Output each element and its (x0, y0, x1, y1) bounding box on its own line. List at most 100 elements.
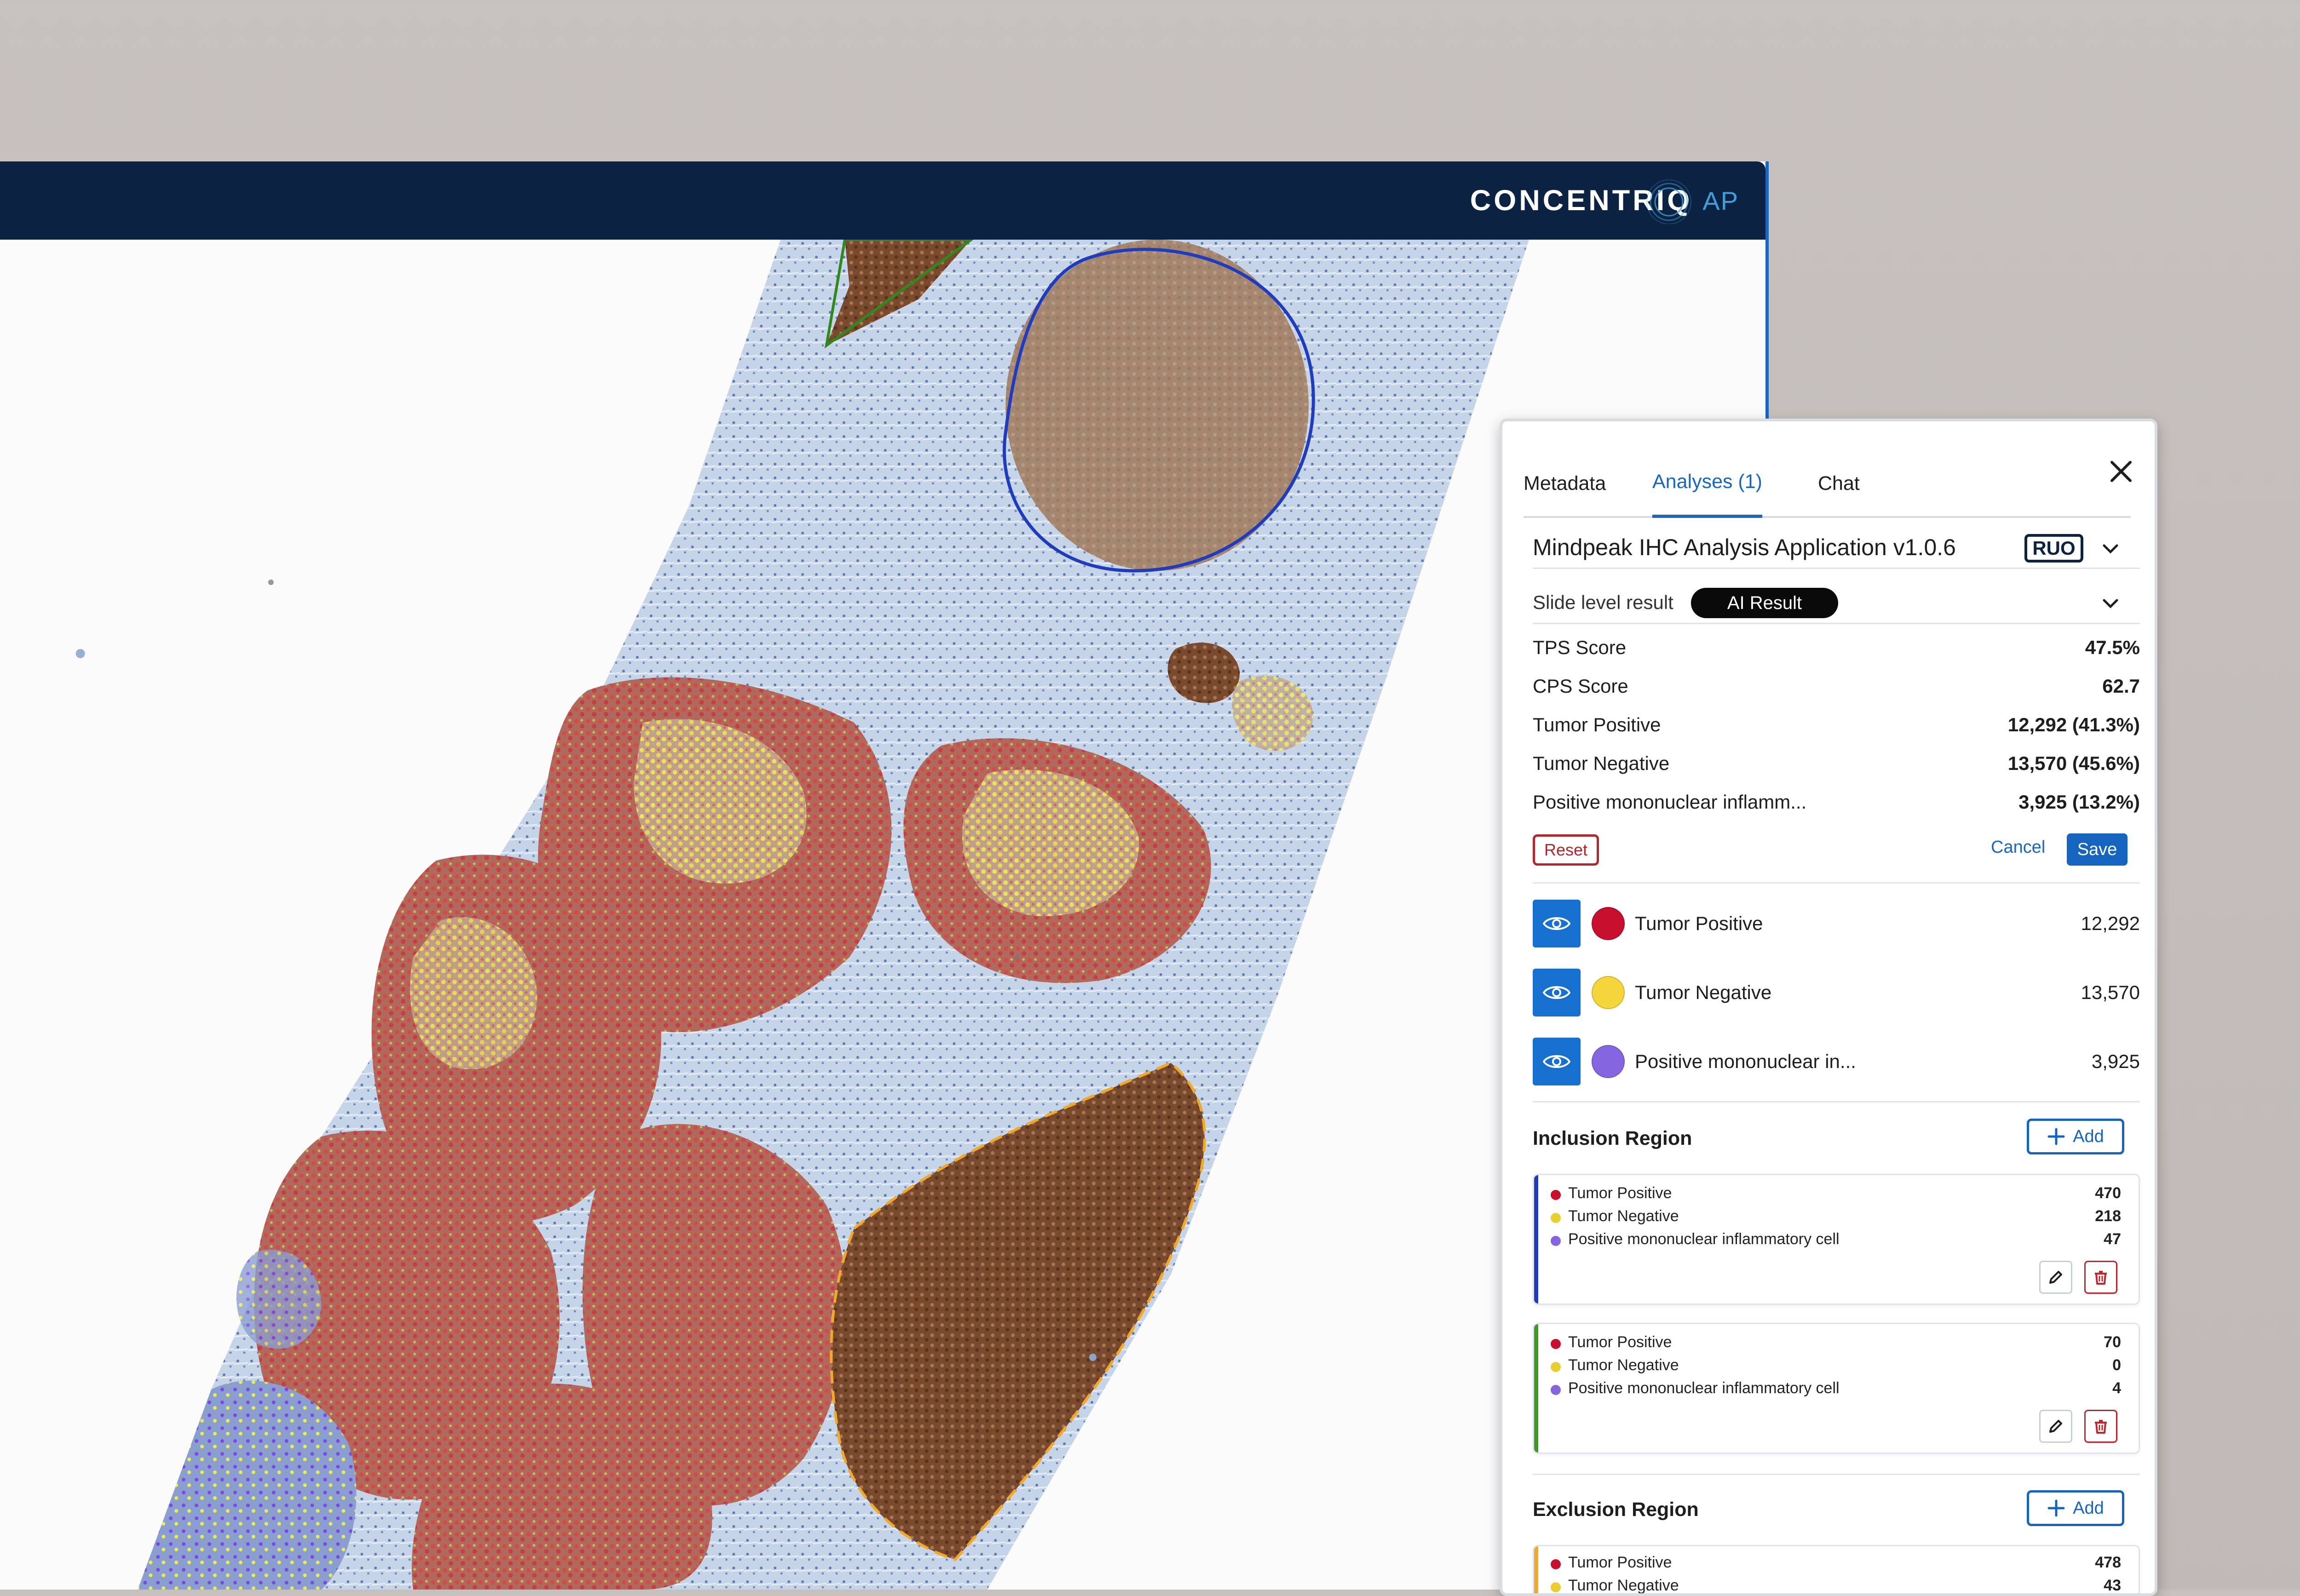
divider (1533, 623, 2140, 624)
edit-region-button[interactable] (2039, 1261, 2072, 1294)
divider (1533, 1474, 2140, 1475)
metric-mononuclear: Positive mononuclear inflamm... 3,925 (1… (1533, 791, 2140, 819)
legend-count: 12,292 (2081, 913, 2140, 934)
class-dot (1551, 1339, 1561, 1349)
legend-label: Positive mononuclear in... (1635, 1051, 1856, 1072)
class-dot (1551, 1385, 1561, 1395)
metric-value: 47.5% (2085, 637, 2140, 658)
region-color-bar (1534, 1324, 1538, 1452)
panel-tabs: Metadata Analyses (1) Chat (1524, 449, 2131, 518)
region-stat: Tumor Negative 43 (1551, 1577, 2121, 1594)
ruo-badge: RUO (2024, 534, 2083, 563)
legend-item-tumor-positive: Tumor Positive 12,292 (1533, 900, 2140, 947)
region-stat-label: Tumor Negative (1568, 1356, 1679, 1374)
legend-color-dot (1592, 976, 1625, 1009)
exclusion-region-title: Exclusion Region (1533, 1498, 1699, 1521)
region-stat-label: Tumor Positive (1568, 1184, 1672, 1202)
trash-icon (2095, 1271, 2107, 1285)
metric-tumor-negative: Tumor Negative 13,570 (45.6%) (1533, 752, 2140, 780)
visibility-toggle[interactable] (1533, 969, 1581, 1016)
region-stat-value: 0 (2112, 1356, 2121, 1374)
region-stat-value: 43 (2104, 1577, 2121, 1594)
add-inclusion-button[interactable]: Add (2027, 1119, 2124, 1154)
tab-chat[interactable]: Chat (1818, 449, 1860, 518)
cancel-button[interactable]: Cancel (1991, 838, 2045, 857)
add-exclusion-button[interactable]: Add (2027, 1490, 2124, 1526)
plus-icon (2047, 1128, 2065, 1145)
region-color-bar (1534, 1546, 1538, 1593)
pencil-icon (2049, 1271, 2062, 1284)
region-stat-label: Tumor Negative (1568, 1577, 1679, 1594)
slide-level-label: Slide level result (1533, 591, 1673, 613)
add-label: Add (2073, 1498, 2104, 1518)
close-button[interactable] (2100, 451, 2142, 492)
class-dot (1551, 1559, 1561, 1569)
save-button[interactable]: Save (2067, 833, 2128, 866)
class-dot (1551, 1236, 1561, 1246)
metric-value: 62.7 (2102, 675, 2140, 697)
legend-count: 3,925 (2091, 1051, 2140, 1072)
legend-item-tumor-negative: Tumor Negative 13,570 (1533, 969, 2140, 1016)
chevron-down-icon (2103, 544, 2118, 554)
edit-region-button[interactable] (2039, 1410, 2072, 1443)
metric-value: 12,292 (41.3%) (2007, 714, 2140, 735)
reset-button[interactable]: Reset (1533, 834, 1599, 866)
brand-suffix: AP (1702, 186, 1739, 215)
class-dot (1551, 1582, 1561, 1592)
exclusion-region-card[interactable]: Tumor Positive 478 Tumor Negative 43 (1533, 1545, 2140, 1594)
region-stat-value: 478 (2095, 1554, 2121, 1571)
region-stat: Tumor Positive 478 (1551, 1554, 2121, 1575)
metric-tps: TPS Score 47.5% (1533, 637, 2140, 664)
class-dot (1551, 1213, 1561, 1223)
legend-color-dot (1592, 1045, 1625, 1078)
eye-icon (1542, 986, 1571, 999)
metric-value: 13,570 (45.6%) (2007, 752, 2140, 774)
region-stat: Tumor Negative 0 (1551, 1356, 2121, 1378)
region-stat-label: Tumor Positive (1568, 1554, 1672, 1571)
tab-analyses[interactable]: Analyses (1) (1652, 449, 1762, 518)
metric-value: 3,925 (13.2%) (2018, 791, 2140, 813)
app-expand-toggle[interactable] (2100, 539, 2121, 561)
region-stat-label: Positive mononuclear inflammatory cell (1568, 1230, 1840, 1248)
analysis-app-title: Mindpeak IHC Analysis Application v1.0.6 (1533, 534, 1956, 560)
pencil-icon (2049, 1420, 2062, 1433)
class-dot (1551, 1190, 1561, 1200)
region-stat-value: 470 (2095, 1184, 2121, 1202)
eye-icon (1542, 1055, 1571, 1068)
region-color-bar (1534, 1175, 1538, 1303)
region-stat-label: Tumor Positive (1568, 1333, 1672, 1351)
app-header: CONCENTRIQ AP (0, 161, 1765, 240)
region-stat: Tumor Positive 470 (1551, 1184, 2121, 1206)
region-stat: Positive mononuclear inflammatory cell 4… (1551, 1230, 2121, 1252)
chevron-down-icon (2103, 599, 2118, 609)
region-stat: Tumor Negative 218 (1551, 1207, 2121, 1229)
metric-label: Tumor Negative (1533, 752, 1670, 774)
legend-label: Tumor Positive (1635, 913, 1763, 934)
metric-cps: CPS Score 62.7 (1533, 675, 2140, 703)
delete-region-button[interactable] (2084, 1261, 2117, 1294)
region-stat-value: 4 (2112, 1379, 2121, 1397)
divider (1533, 1101, 2140, 1102)
brand-logo: CONCENTRIQ AP (1470, 182, 1739, 219)
region-stat: Tumor Positive 70 (1551, 1333, 2121, 1355)
visibility-toggle[interactable] (1533, 900, 1581, 947)
inclusion-region-card[interactable]: Tumor Positive 70 Tumor Negative 0 Posit… (1533, 1323, 2140, 1454)
tab-metadata[interactable]: Metadata (1524, 449, 1606, 518)
visibility-toggle[interactable] (1533, 1038, 1581, 1085)
legend-label: Tumor Negative (1635, 982, 1772, 1003)
region-stat-label: Positive mononuclear inflammatory cell (1568, 1379, 1840, 1397)
region-stat-value: 47 (2104, 1230, 2121, 1248)
metric-label: TPS Score (1533, 637, 1627, 658)
delete-region-button[interactable] (2084, 1410, 2117, 1443)
region-stat-label: Tumor Negative (1568, 1207, 1679, 1225)
plus-icon (2047, 1499, 2065, 1517)
legend-count: 13,570 (2081, 982, 2140, 1003)
legend-color-dot (1592, 907, 1625, 940)
inclusion-region-card[interactable]: Tumor Positive 470 Tumor Negative 218 Po… (1533, 1174, 2140, 1305)
region-stat-value: 70 (2104, 1333, 2121, 1351)
legend-item-mononuclear: Positive mononuclear in... 3,925 (1533, 1038, 2140, 1085)
brand-rings-icon (1646, 179, 1691, 224)
ai-result-pill: AI Result (1691, 588, 1838, 618)
slide-level-toggle[interactable] (2100, 593, 2121, 616)
add-label: Add (2073, 1126, 2104, 1146)
